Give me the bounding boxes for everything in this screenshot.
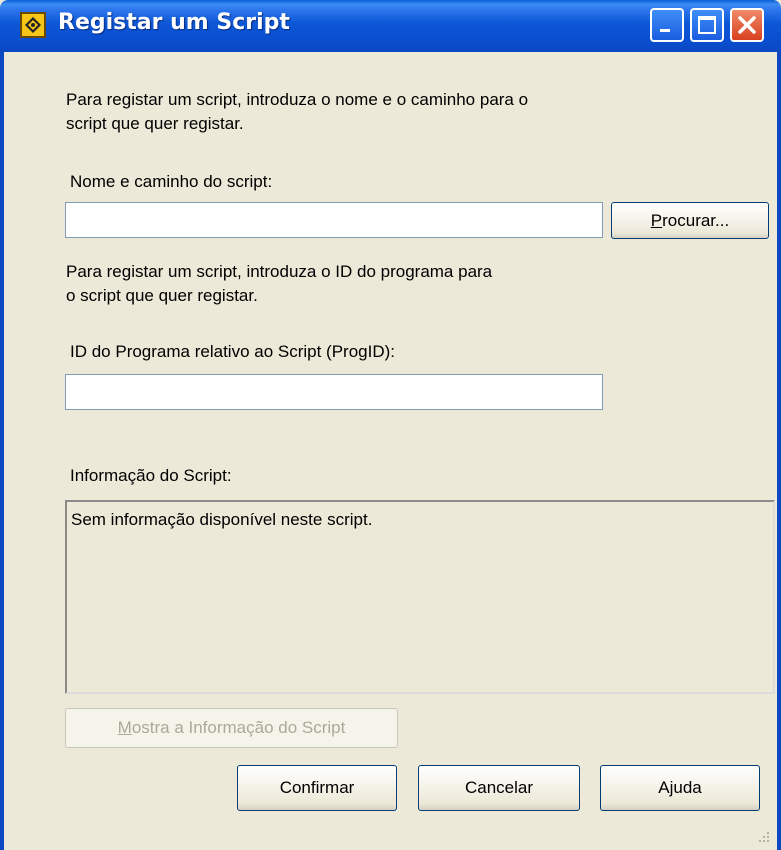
path-instruction-line1: Para registar um script, introduza o nom… <box>66 90 529 109</box>
confirm-button[interactable]: Confirmar <box>237 765 397 811</box>
script-info-box: Sem informação disponível neste script. <box>65 500 775 694</box>
progid-instruction-line1: Para registar um script, introduza o ID … <box>66 262 493 281</box>
window-title: Registar um Script <box>58 10 290 35</box>
dialog-client: Para registar um script, introduza o nom… <box>0 52 781 850</box>
app-script-icon <box>20 12 46 38</box>
script-info-text: Sem informação disponível neste script. <box>71 510 373 529</box>
show-script-info-button[interactable]: Mostra a Informação do Script <box>65 708 398 748</box>
browse-button[interactable]: Procurar... <box>611 202 769 239</box>
register-script-dialog: Registar um Script Para registar um scri… <box>0 0 781 850</box>
progid-label: ID do Programa relativo ao Script (ProgI… <box>70 342 396 361</box>
minimize-icon <box>660 29 670 32</box>
script-path-input[interactable] <box>65 202 603 238</box>
resize-grip-icon[interactable] <box>757 830 771 844</box>
path-label: Nome e caminho do script: <box>70 172 273 191</box>
cancel-button[interactable]: Cancelar <box>418 765 580 811</box>
progid-input[interactable] <box>65 374 603 410</box>
maximize-icon <box>698 16 716 34</box>
path-instruction-line2: script que quer registar. <box>66 114 244 133</box>
help-button[interactable]: Ajuda <box>600 765 760 811</box>
progid-instruction-line2: o script que quer registar. <box>66 286 258 305</box>
maximize-button[interactable] <box>690 8 724 42</box>
script-info-label: Informação do Script: <box>70 466 232 485</box>
minimize-button[interactable] <box>650 8 684 42</box>
close-button[interactable] <box>730 8 764 42</box>
title-bar[interactable]: Registar um Script <box>0 0 781 52</box>
close-icon <box>738 16 756 34</box>
